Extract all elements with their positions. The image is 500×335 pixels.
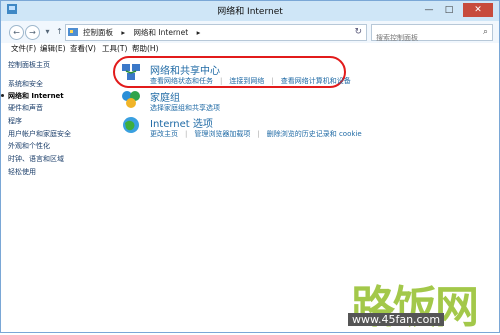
- menu-file[interactable]: 文件(F): [11, 43, 36, 54]
- link-delete-history[interactable]: 删除浏览的历史记录和 cookie: [267, 130, 362, 138]
- menu-bar: 文件(F) 编辑(E) 查看(V) 工具(T) 帮助(H): [1, 43, 499, 57]
- sidebar-item-network-internet[interactable]: 网络和 Internet: [1, 91, 64, 101]
- sidebar-item-ease-of-access[interactable]: 轻松使用: [8, 167, 36, 177]
- refresh-icon[interactable]: ↻: [354, 27, 362, 37]
- sidebar-item-appearance[interactable]: 外观和个性化: [8, 141, 50, 151]
- forward-button[interactable]: →: [25, 25, 40, 40]
- menu-tools[interactable]: 工具(T): [102, 43, 127, 54]
- sidebar-item-label: 网络和 Internet: [8, 92, 64, 100]
- internet-options-title[interactable]: Internet 选项: [150, 115, 213, 130]
- breadcrumb-separator[interactable]: ▸: [197, 28, 201, 37]
- network-sharing-links: 查看网络状态和任务 | 连接到网络 | 查看网络计算机和设备: [150, 76, 358, 86]
- homegroup-icon: [122, 91, 140, 108]
- maximize-button[interactable]: □: [441, 3, 457, 17]
- network-sharing-icon: [122, 64, 140, 80]
- homegroup-links: 选择家庭组和共享选项: [150, 103, 227, 113]
- link-homegroup-sharing-options[interactable]: 选择家庭组和共享选项: [150, 104, 220, 112]
- current-page-bullet: [1, 94, 4, 97]
- menu-help[interactable]: 帮助(H): [132, 43, 159, 54]
- minimize-button[interactable]: —: [421, 3, 437, 17]
- network-sharing-title[interactable]: 网络和共享中心: [150, 62, 220, 77]
- link-separator: |: [185, 130, 188, 138]
- breadcrumb-separator[interactable]: ▸: [121, 28, 125, 37]
- control-panel-icon: [68, 28, 78, 36]
- link-view-network-computers[interactable]: 查看网络计算机和设备: [281, 77, 351, 85]
- title-bar: 网络和 Internet — □ ✕: [1, 1, 499, 22]
- sidebar-item-user-accounts[interactable]: 用户帐户和家庭安全: [8, 129, 71, 139]
- search-input[interactable]: [376, 34, 471, 42]
- sidebar-item-programs[interactable]: 程序: [8, 116, 22, 126]
- breadcrumb-item[interactable]: 控制面板: [83, 28, 113, 37]
- search-icon[interactable]: ⌕: [483, 27, 488, 37]
- navigation-bar: ← → ▾ ↑ 控制面板 ▸ 网络和 Internet ▸ ↻ ⌕: [1, 21, 499, 43]
- sidebar-item-system-security[interactable]: 系统和安全: [8, 79, 43, 89]
- breadcrumb-item[interactable]: 网络和 Internet: [134, 28, 189, 37]
- sidebar-item-home[interactable]: 控制面板主页: [8, 60, 50, 70]
- sidebar-item-clock-language[interactable]: 时钟、语言和区域: [8, 154, 64, 164]
- watermark-url: www.45fan.com: [348, 313, 445, 326]
- link-manage-addons[interactable]: 管理浏览器加载项: [194, 130, 250, 138]
- sidebar-item-hardware-sound[interactable]: 硬件和声音: [8, 103, 43, 113]
- search-box[interactable]: ⌕: [371, 24, 493, 42]
- breadcrumb: 控制面板 ▸ 网络和 Internet ▸: [83, 27, 206, 38]
- link-change-homepage[interactable]: 更改主页: [150, 130, 178, 138]
- address-bar[interactable]: 控制面板 ▸ 网络和 Internet ▸ ↻: [65, 24, 367, 41]
- menu-view[interactable]: 查看(V): [70, 43, 96, 54]
- internet-options-links: 更改主页 | 管理浏览器加载项 | 删除浏览的历史记录和 cookie: [150, 129, 369, 139]
- internet-options-icon: [123, 117, 139, 133]
- homegroup-title[interactable]: 家庭组: [150, 89, 180, 104]
- link-separator: |: [271, 77, 274, 85]
- link-view-network-status[interactable]: 查看网络状态和任务: [150, 77, 213, 85]
- back-button[interactable]: ←: [9, 25, 24, 40]
- link-connect-network[interactable]: 连接到网络: [229, 77, 264, 85]
- link-separator: |: [257, 130, 260, 138]
- close-button[interactable]: ✕: [463, 3, 493, 17]
- link-separator: |: [220, 77, 223, 85]
- menu-edit[interactable]: 编辑(E): [40, 43, 66, 54]
- window: 网络和 Internet — □ ✕ ← → ▾ ↑ 控制面板 ▸ 网络和 In…: [0, 0, 500, 333]
